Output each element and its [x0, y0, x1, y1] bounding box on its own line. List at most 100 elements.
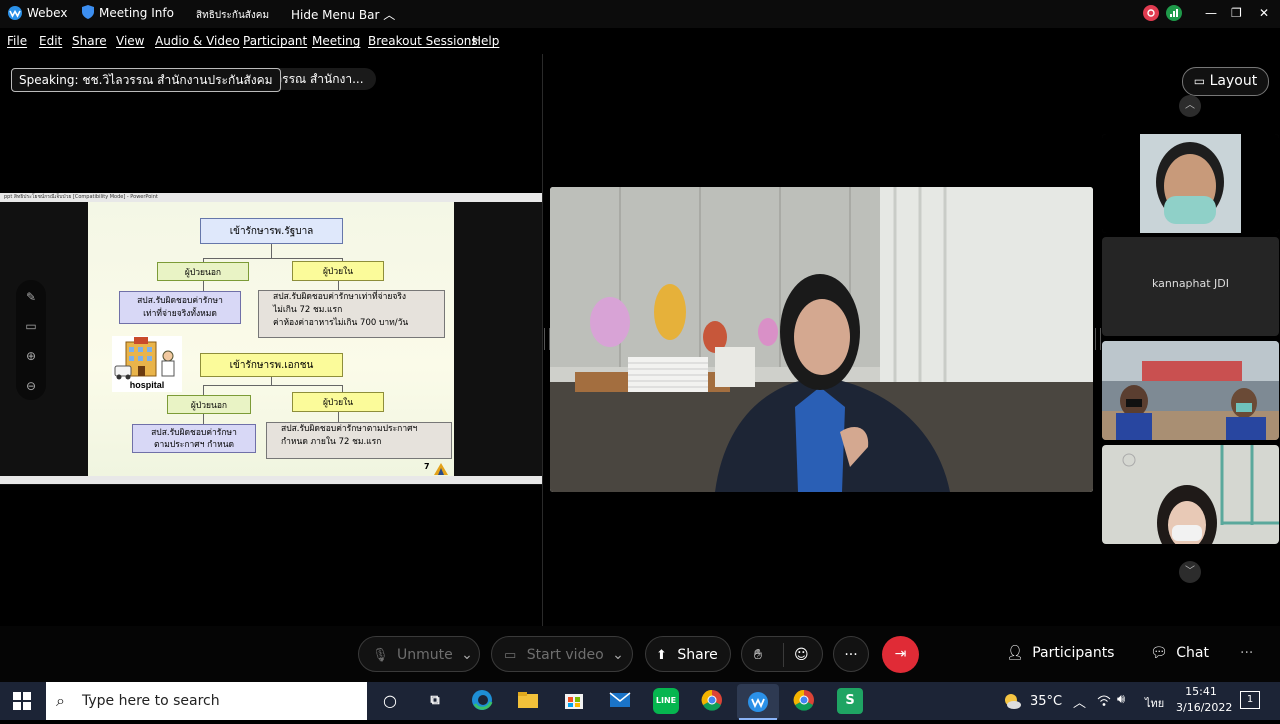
hide-menu-bar-button[interactable]: Hide Menu Bar ︿	[291, 6, 395, 23]
network-stats-icon[interactable]	[1166, 5, 1182, 24]
recording-icon[interactable]	[1143, 5, 1159, 24]
volume-icon[interactable]: 🔊︎	[1117, 692, 1125, 707]
ipd-private-desc: สปส.รับผิดชอบค่ารักษาตามประกาศฯ กำหนด ภา…	[266, 422, 452, 459]
ipd-private-box: ผู้ป่วยใน	[292, 392, 384, 412]
language-indicator[interactable]: ไทย	[1145, 694, 1164, 712]
edge-browser-icon[interactable]	[469, 688, 495, 714]
menu-help[interactable]: Help	[472, 34, 499, 48]
menu-audio-video[interactable]: Audio & Video	[155, 34, 240, 48]
mail-icon[interactable]	[607, 688, 633, 714]
person-icon: 👤︎	[1006, 645, 1024, 661]
sheets-app-icon[interactable]: S	[837, 688, 863, 714]
participant-thumbnail[interactable]	[1102, 134, 1279, 233]
speaking-indicator[interactable]: Speaking: ชช.วิไลวรรณ สำนักงานประกันสังค…	[11, 68, 281, 92]
search-icon: ⌕	[56, 691, 65, 710]
ipd-gov-desc: สปส.รับผิดชอบค่ารักษาเท่าที่จ่ายจริง ไม่…	[258, 290, 445, 338]
opd-private-box: ผู้ป่วยนอก	[167, 395, 251, 414]
raise-hand-icon[interactable]: ✋︎	[754, 637, 762, 673]
zoom-out-icon[interactable]: ⊖	[24, 379, 38, 393]
cortana-icon[interactable]: ○	[377, 688, 403, 714]
opd-private-desc: สปส.รับผิดชอบค่ารักษา ตามประกาศฯ กำหนด	[132, 424, 256, 453]
menu-breakout-sessions[interactable]: Breakout Sessions	[368, 34, 478, 48]
slide-page-number: 7	[424, 462, 430, 471]
participants-panel-button[interactable]: 👤︎ Participants	[1006, 645, 1114, 661]
menu-share[interactable]: Share	[72, 34, 107, 48]
remote-control-icon[interactable]: ▭	[24, 319, 38, 333]
windows-start-icon[interactable]	[13, 692, 31, 714]
weather-temperature[interactable]: 35°C	[1030, 694, 1062, 709]
reactions-group: ✋︎ ☺︎	[741, 636, 823, 672]
chevron-down-icon: ⌄	[612, 647, 624, 663]
weather-icon[interactable]	[1003, 692, 1021, 714]
layout-button[interactable]: ▭ Layout	[1182, 67, 1269, 96]
start-video-button[interactable]: ▭ Start video ⌄	[491, 636, 633, 672]
video-off-icon: ▭	[504, 648, 517, 663]
exit-icon: ⇥	[894, 646, 907, 662]
microsoft-store-icon[interactable]	[561, 688, 587, 714]
microphone-muted-icon: 🎙︎	[372, 648, 389, 663]
gov-hospital-box: เข้ารักษารพ.รัฐบาล	[200, 218, 343, 244]
hospital-clipart-icon: hospital	[112, 336, 182, 392]
leave-meeting-button[interactable]: ⇥	[882, 636, 919, 673]
title-bar: Webex Meeting Info สิทธิประกันสังคม Hide…	[0, 0, 1280, 28]
menu-participant[interactable]: Participant	[243, 34, 307, 48]
scroll-down-button[interactable]: ﹀	[1179, 561, 1201, 583]
zoom-in-icon[interactable]: ⊕	[24, 349, 38, 363]
chrome-icon[interactable]	[791, 688, 817, 714]
chrome-icon[interactable]	[699, 688, 725, 714]
participant-name: kannaphat JDI	[1151, 277, 1230, 290]
line-app-icon[interactable]: LINE	[653, 688, 679, 714]
clock-date: 3/16/2022	[1176, 701, 1233, 714]
participant-thumbnail[interactable]	[1102, 445, 1279, 544]
wifi-icon[interactable]	[1097, 693, 1111, 710]
more-panels-button[interactable]: ···	[1240, 645, 1253, 661]
more-options-button[interactable]: ···	[833, 636, 869, 672]
notifications-icon[interactable]: 1	[1240, 691, 1260, 709]
opd-gov-desc: สปส.รับผิดชอบค่ารักษา เท่าที่จ่ายจริงทั้…	[119, 291, 241, 324]
taskbar-search-box[interactable]: ⌕ Type here to search	[46, 682, 367, 720]
menu-meeting[interactable]: Meeting	[312, 34, 360, 48]
participant-thumbnail[interactable]: kannaphat JDI	[1102, 237, 1279, 336]
participant-thumbnail[interactable]	[1102, 341, 1279, 440]
chevron-down-icon: ⌄	[461, 647, 473, 663]
chat-panel-button[interactable]: 💬︎ Chat	[1150, 645, 1209, 661]
clock-time: 15:41	[1185, 685, 1217, 698]
scroll-up-button[interactable]: ︿	[1179, 95, 1201, 117]
menu-view[interactable]: View	[116, 34, 144, 48]
stage-divider	[542, 54, 543, 626]
webex-taskbar-icon[interactable]	[737, 684, 779, 720]
restore-button[interactable]: ❐	[1231, 6, 1242, 20]
shield-icon	[82, 5, 94, 22]
reactions-icon[interactable]: ☺︎	[794, 637, 809, 673]
layout-icon: ▭	[1193, 74, 1206, 88]
ipd-gov-box: ผู้ป่วยใน	[292, 261, 384, 281]
menu-file[interactable]: File	[7, 34, 27, 48]
share-screen-icon: ⬆︎	[656, 648, 667, 663]
annotation-toolbar: ✎ ▭ ⊕ ⊖	[16, 280, 46, 400]
meeting-name: สิทธิประกันสังคม	[196, 10, 270, 21]
annotate-pen-icon[interactable]: ✎	[24, 290, 38, 304]
hospital-label: hospital	[129, 380, 165, 390]
chat-bubble-icon: 💬︎	[1150, 645, 1168, 661]
file-explorer-icon[interactable]	[515, 688, 541, 714]
clock[interactable]: 15:41 3/16/2022	[1176, 684, 1233, 716]
webex-logo-icon	[7, 5, 23, 24]
task-view-icon[interactable]: ⧉	[422, 688, 448, 714]
splitter-handle[interactable]	[1095, 328, 1101, 350]
private-hospital-box: เข้ารักษารพ.เอกชน	[200, 353, 343, 377]
menu-edit[interactable]: Edit	[39, 34, 62, 48]
unmute-button[interactable]: 🎙︎ Unmute ⌄	[358, 636, 480, 672]
close-button[interactable]: ✕	[1259, 6, 1269, 20]
chevron-up-icon[interactable]: ︿	[1073, 692, 1086, 711]
chevron-up-icon: ︿	[383, 8, 396, 22]
shared-window-statusbar	[0, 476, 542, 484]
app-name: Webex	[27, 6, 68, 20]
meeting-info-button[interactable]: Meeting Info	[99, 6, 174, 20]
shared-window-titlebar: ppt สิทธิประโยชน์กรณีเจ็บป่วย [Compatibi…	[0, 193, 542, 202]
active-speaker-video[interactable]	[550, 187, 1093, 492]
share-button[interactable]: ⬆︎ Share	[645, 636, 731, 672]
opd-gov-box: ผู้ป่วยนอก	[157, 262, 249, 281]
menu-bar: File Edit Share View Audio & Video Parti…	[0, 28, 1280, 54]
shared-slide: เข้ารักษารพ.รัฐบาล ผู้ป่วยนอก ผู้ป่วยใน …	[88, 202, 454, 476]
minimize-button[interactable]: —	[1205, 6, 1217, 20]
